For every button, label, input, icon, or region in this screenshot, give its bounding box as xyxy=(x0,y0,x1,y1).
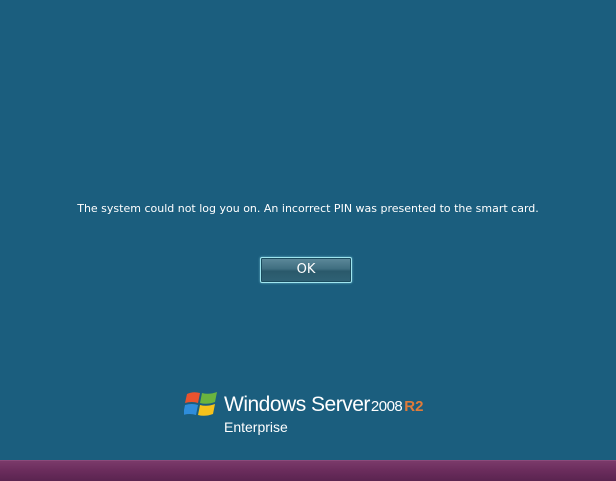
product-title: Windows Server xyxy=(224,393,370,416)
logon-screen: The system could not log you on. An inco… xyxy=(0,0,616,460)
windows-server-branding: Windows Server2008 R2 Enterprise xyxy=(184,385,444,440)
error-message: The system could not log you on. An inco… xyxy=(77,202,539,215)
ok-button[interactable]: OK xyxy=(260,257,352,283)
product-version: 2008 xyxy=(370,398,403,415)
bottom-bar xyxy=(0,460,616,481)
product-name: Windows Server2008 R2 xyxy=(224,393,423,417)
product-release: R2 xyxy=(404,398,424,415)
windows-flag-icon xyxy=(184,392,217,416)
product-edition: Enterprise xyxy=(224,419,288,435)
